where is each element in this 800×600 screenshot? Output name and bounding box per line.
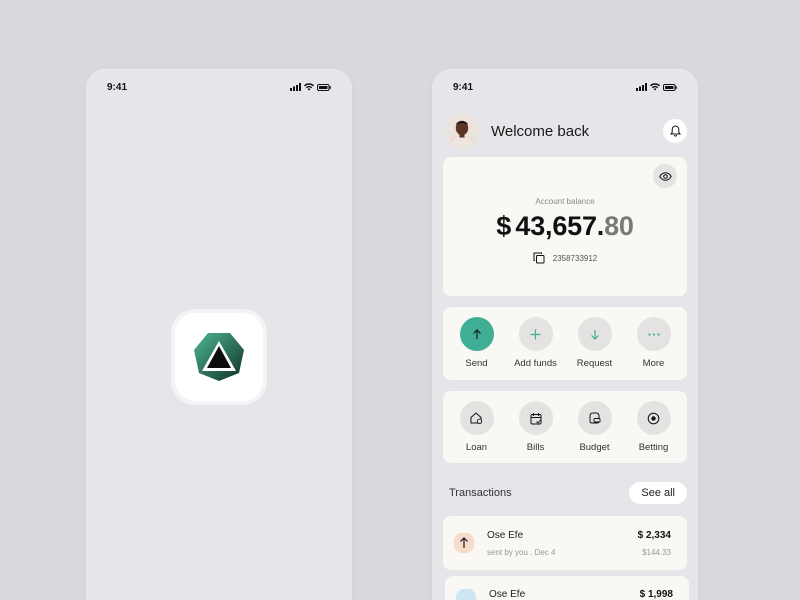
add-funds-circle[interactable] [518, 317, 553, 351]
bills-circle[interactable] [518, 401, 553, 435]
transaction-amount-secondary: $144.33 [642, 547, 671, 557]
transaction-amount: $ 2,334 [637, 529, 671, 541]
send-label: Send [465, 358, 488, 369]
more-label: More [642, 358, 665, 369]
welcome-title: Welcome back [491, 122, 590, 140]
transactions-header: Transactions See all [449, 482, 687, 504]
balance-label: Account balance [535, 197, 595, 206]
betting-button[interactable]: Betting [624, 391, 683, 463]
status-bar: 9:41 [107, 80, 331, 94]
transaction-name: Ose Efe [489, 589, 526, 600]
transaction-details: Ose Efe [489, 588, 640, 600]
battery-icon [317, 83, 331, 91]
plus-icon [530, 329, 541, 339]
request-button[interactable]: Request [565, 307, 624, 380]
betting-label: Betting [638, 442, 669, 453]
dashboard-screen: 9:41 Welcome back Account balance $ 43,6… [433, 70, 697, 600]
status-icons [290, 83, 331, 91]
eye-icon [658, 171, 672, 181]
splash-screen: 9:41 [87, 70, 351, 600]
bills-button[interactable]: Bills [506, 391, 565, 463]
copy-icon[interactable] [533, 252, 545, 264]
transactions-title: Transactions [449, 487, 512, 499]
balance-currency: $ [496, 211, 512, 241]
more-icon [647, 332, 660, 336]
target-icon [647, 412, 660, 424]
transaction-received-icon [455, 588, 477, 600]
toggle-balance-visibility-button[interactable] [653, 164, 677, 188]
arrow-up-icon [454, 533, 474, 553]
battery-icon [663, 83, 677, 91]
transaction-sent-icon [453, 532, 475, 554]
app-logo [175, 313, 263, 401]
balance-cents: 80 [604, 211, 634, 241]
balance-amount: $ 43,657.80 [443, 211, 687, 242]
bell-icon [669, 125, 681, 137]
status-icons [636, 83, 677, 91]
balance-main: 43,657. [515, 211, 605, 241]
dashboard-header: Welcome back [445, 112, 687, 150]
balance-card: Account balance $ 43,657.80 2358733912 [443, 157, 687, 296]
arrow-down-icon [590, 329, 599, 340]
more-circle[interactable] [636, 317, 671, 351]
wifi-icon [304, 83, 314, 91]
account-number-row: 2358733912 [443, 252, 687, 264]
loan-button[interactable]: Loan [447, 391, 506, 463]
wifi-icon [650, 83, 660, 91]
send-button[interactable]: Send [447, 307, 506, 380]
house-icon [470, 412, 483, 424]
account-number: 2358733912 [552, 253, 598, 263]
loan-label: Loan [465, 442, 488, 453]
transaction-amounts: $ 1,998 [640, 588, 673, 600]
signal-icon [290, 83, 301, 91]
add-funds-button[interactable]: Add funds [506, 307, 565, 380]
bills-label: Bills [526, 442, 545, 453]
betting-circle[interactable] [636, 401, 671, 435]
arrow-down-icon [456, 589, 476, 600]
status-time: 9:41 [107, 81, 128, 93]
loan-circle[interactable] [459, 401, 494, 435]
signal-icon [636, 83, 647, 91]
transaction-amount: $ 1,998 [639, 589, 673, 600]
logo-icon [194, 333, 244, 381]
status-time: 9:41 [453, 81, 474, 93]
see-all-button[interactable]: See all [629, 482, 687, 504]
more-button[interactable]: More [624, 307, 683, 380]
notifications-button[interactable] [663, 119, 687, 143]
calendar-icon [530, 412, 541, 424]
avatar[interactable] [445, 114, 479, 148]
transaction-amounts: $ 2,334 $144.33 [638, 530, 671, 557]
status-bar: 9:41 [453, 80, 677, 94]
transaction-row[interactable]: Ose Efe sent by you . Dec 4 $ 2,334 $144… [443, 516, 687, 570]
transaction-row[interactable]: Ose Efe $ 1,998 [445, 576, 689, 600]
services: Loan Bills Budget Betting [443, 391, 687, 463]
quick-actions: Send Add funds Request More [443, 307, 687, 380]
transaction-meta: sent by you . Dec 4 [487, 547, 556, 557]
arrow-up-icon [472, 328, 481, 339]
avatar-person-icon [445, 114, 479, 148]
budget-circle[interactable] [577, 401, 612, 435]
transaction-name: Ose Efe [487, 529, 524, 541]
budget-button[interactable]: Budget [565, 391, 624, 463]
request-label: Request [576, 358, 613, 369]
transaction-details: Ose Efe sent by you . Dec 4 [487, 530, 638, 557]
request-circle[interactable] [577, 317, 612, 351]
budget-label: Budget [579, 442, 610, 453]
wallet-icon [589, 412, 601, 424]
send-circle[interactable] [459, 317, 494, 351]
add-funds-label: Add funds [514, 358, 557, 369]
